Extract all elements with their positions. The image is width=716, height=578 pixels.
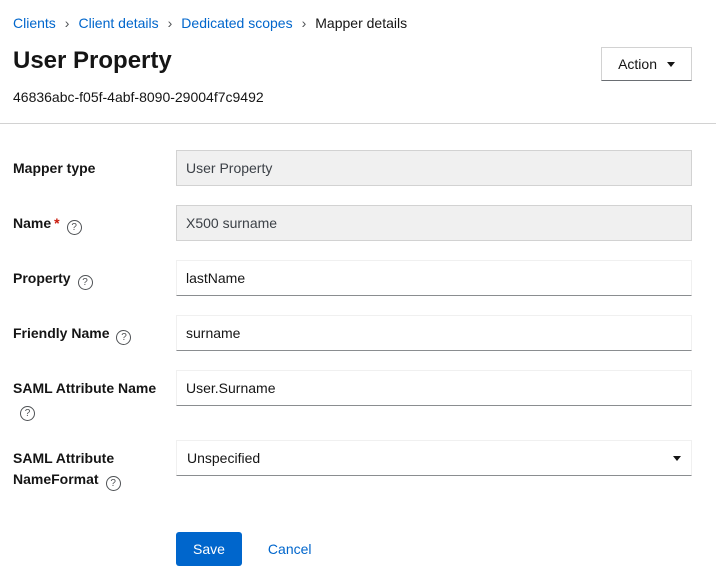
- property-control: [176, 260, 692, 296]
- saml-attribute-name-label: SAML Attribute Name?: [13, 370, 176, 421]
- mapper-type-control: [176, 150, 692, 186]
- mapper-type-input: [176, 150, 692, 186]
- saml-attribute-nameformat-select[interactable]: Unspecified: [176, 440, 692, 476]
- saml-attribute-name-help-icon[interactable]: ?: [20, 406, 35, 421]
- breadcrumb-current-mapper-details: Mapper details: [315, 15, 407, 31]
- cancel-button[interactable]: Cancel: [268, 541, 312, 557]
- mapper-id-subtitle: 46836abc-f05f-4abf-8090-29004f7c9492: [0, 81, 716, 123]
- caret-down-icon: [667, 62, 675, 67]
- form-row-friendly-name: Friendly Name?: [13, 315, 692, 351]
- form-actions: Save Cancel: [176, 510, 692, 566]
- saml-attribute-name-control: [176, 370, 692, 406]
- required-indicator: *: [54, 215, 59, 231]
- caret-down-icon: [673, 456, 681, 461]
- page-header: User Property Action: [0, 37, 716, 81]
- mapper-details-form: Mapper type Name*? Property? Friendly Na…: [0, 124, 716, 566]
- form-row-name: Name*?: [13, 205, 692, 241]
- action-dropdown-button[interactable]: Action: [601, 47, 692, 81]
- breadcrumb-divider-icon: ›: [168, 16, 173, 30]
- mapper-type-label-text: Mapper type: [13, 160, 95, 176]
- name-label-text: Name: [13, 215, 51, 231]
- save-button[interactable]: Save: [176, 532, 242, 566]
- saml-attribute-name-label-text: SAML Attribute Name: [13, 380, 156, 396]
- saml-attribute-nameformat-label: SAML Attribute NameFormat?: [13, 440, 176, 491]
- saml-attribute-nameformat-label-text: SAML Attribute NameFormat: [13, 450, 114, 487]
- breadcrumb-divider-icon: ›: [302, 16, 307, 30]
- form-row-saml-attribute-nameformat: SAML Attribute NameFormat? Unspecified: [13, 440, 692, 491]
- friendly-name-label: Friendly Name?: [13, 315, 176, 345]
- friendly-name-label-text: Friendly Name: [13, 325, 109, 341]
- breadcrumb-link-client-details[interactable]: Client details: [78, 15, 158, 31]
- form-row-mapper-type: Mapper type: [13, 150, 692, 186]
- property-label: Property?: [13, 260, 176, 290]
- name-help-icon[interactable]: ?: [67, 220, 82, 235]
- saml-attribute-nameformat-control: Unspecified: [176, 440, 692, 476]
- name-control: [176, 205, 692, 241]
- form-row-property: Property?: [13, 260, 692, 296]
- saml-attribute-name-input[interactable]: [176, 370, 692, 406]
- breadcrumb: Clients › Client details › Dedicated sco…: [0, 0, 716, 37]
- action-dropdown-label: Action: [618, 56, 657, 72]
- saml-attribute-nameformat-help-icon[interactable]: ?: [106, 476, 121, 491]
- breadcrumb-link-clients[interactable]: Clients: [13, 15, 56, 31]
- friendly-name-control: [176, 315, 692, 351]
- saml-attribute-nameformat-selected-value: Unspecified: [187, 450, 260, 466]
- name-input: [176, 205, 692, 241]
- property-help-icon[interactable]: ?: [78, 275, 93, 290]
- property-input[interactable]: [176, 260, 692, 296]
- page-title: User Property: [13, 47, 172, 76]
- name-label: Name*?: [13, 205, 176, 235]
- breadcrumb-divider-icon: ›: [65, 16, 70, 30]
- breadcrumb-link-dedicated-scopes[interactable]: Dedicated scopes: [181, 15, 292, 31]
- friendly-name-help-icon[interactable]: ?: [116, 330, 131, 345]
- form-row-saml-attribute-name: SAML Attribute Name?: [13, 370, 692, 421]
- property-label-text: Property: [13, 270, 71, 286]
- mapper-type-label: Mapper type: [13, 150, 176, 179]
- friendly-name-input[interactable]: [176, 315, 692, 351]
